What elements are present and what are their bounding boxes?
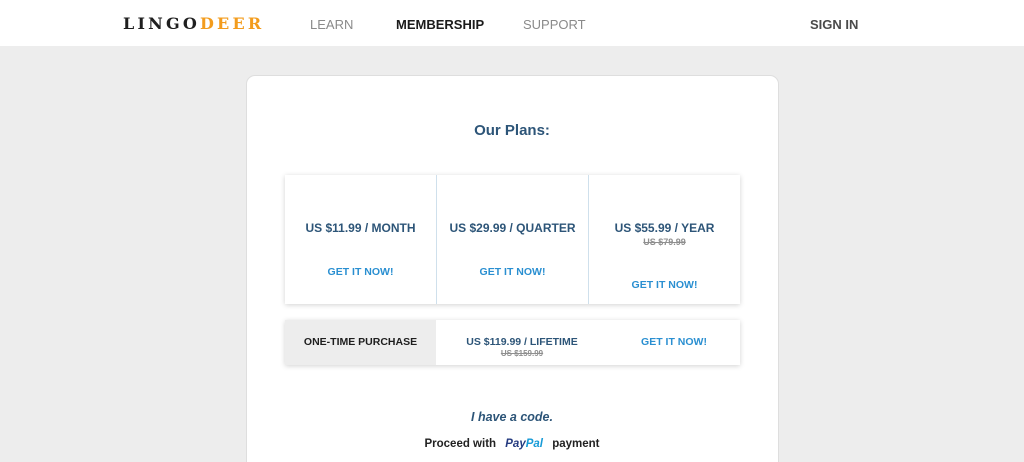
paypal-logo-pay: Pay <box>505 438 526 450</box>
sign-in-link[interactable]: SIGN IN <box>810 17 858 32</box>
one-time-purchase-panel: ONE-TIME PURCHASE US $119.99 / LIFETIME … <box>285 320 740 365</box>
nav-membership-link[interactable]: MEMBERSHIP <box>396 17 484 32</box>
plan-quarterly: US $29.99 / QUARTER GET IT NOW! <box>436 175 588 304</box>
nav-learn-link[interactable]: LEARN <box>310 17 353 32</box>
lifetime-price: US $119.99 / LIFETIME <box>466 336 578 348</box>
logo-text-accent: DEER <box>199 14 265 33</box>
plan-price: US $29.99 / QUARTER <box>449 221 576 235</box>
plan-price: US $11.99 / MONTH <box>305 221 416 235</box>
get-it-now-yearly-button[interactable]: GET IT NOW! <box>589 279 740 291</box>
paypal-payment-row[interactable]: Proceed with PayPal payment <box>0 438 1024 450</box>
plan-price: US $55.99 / YEAR <box>614 221 715 235</box>
get-it-now-monthly-button[interactable]: GET IT NOW! <box>285 266 436 278</box>
plan-yearly: US $55.99 / YEAR US $79.99 GET IT NOW! <box>588 175 740 304</box>
paypal-prefix-text: Proceed with <box>424 438 497 451</box>
have-a-code-link[interactable]: I have a code. <box>0 410 1024 424</box>
subscription-plans-panel: US $11.99 / MONTH GET IT NOW! US $29.99 … <box>285 175 740 304</box>
get-it-now-lifetime-button[interactable]: GET IT NOW! <box>608 336 740 348</box>
get-it-now-quarterly-button[interactable]: GET IT NOW! <box>437 266 588 278</box>
paypal-logo: PayPal <box>505 438 543 450</box>
lifetime-original-price: US $159.99 <box>500 349 544 358</box>
logo-text-main: LINGO <box>123 14 200 33</box>
plan-original-price: US $79.99 <box>643 237 686 247</box>
nav-support-link[interactable]: SUPPORT <box>523 17 586 32</box>
paypal-logo-pal: Pal <box>525 438 543 450</box>
paypal-suffix-text: payment <box>552 438 600 451</box>
one-time-purchase-label: ONE-TIME PURCHASE <box>285 320 436 365</box>
lingodeer-logo[interactable]: LINGODEER <box>123 14 264 33</box>
page-title: Our Plans: <box>474 122 550 139</box>
plan-monthly: US $11.99 / MONTH GET IT NOW! <box>285 175 436 304</box>
top-navigation-bar: LINGODEER LEARN MEMBERSHIP SUPPORT SIGN … <box>0 0 1024 46</box>
